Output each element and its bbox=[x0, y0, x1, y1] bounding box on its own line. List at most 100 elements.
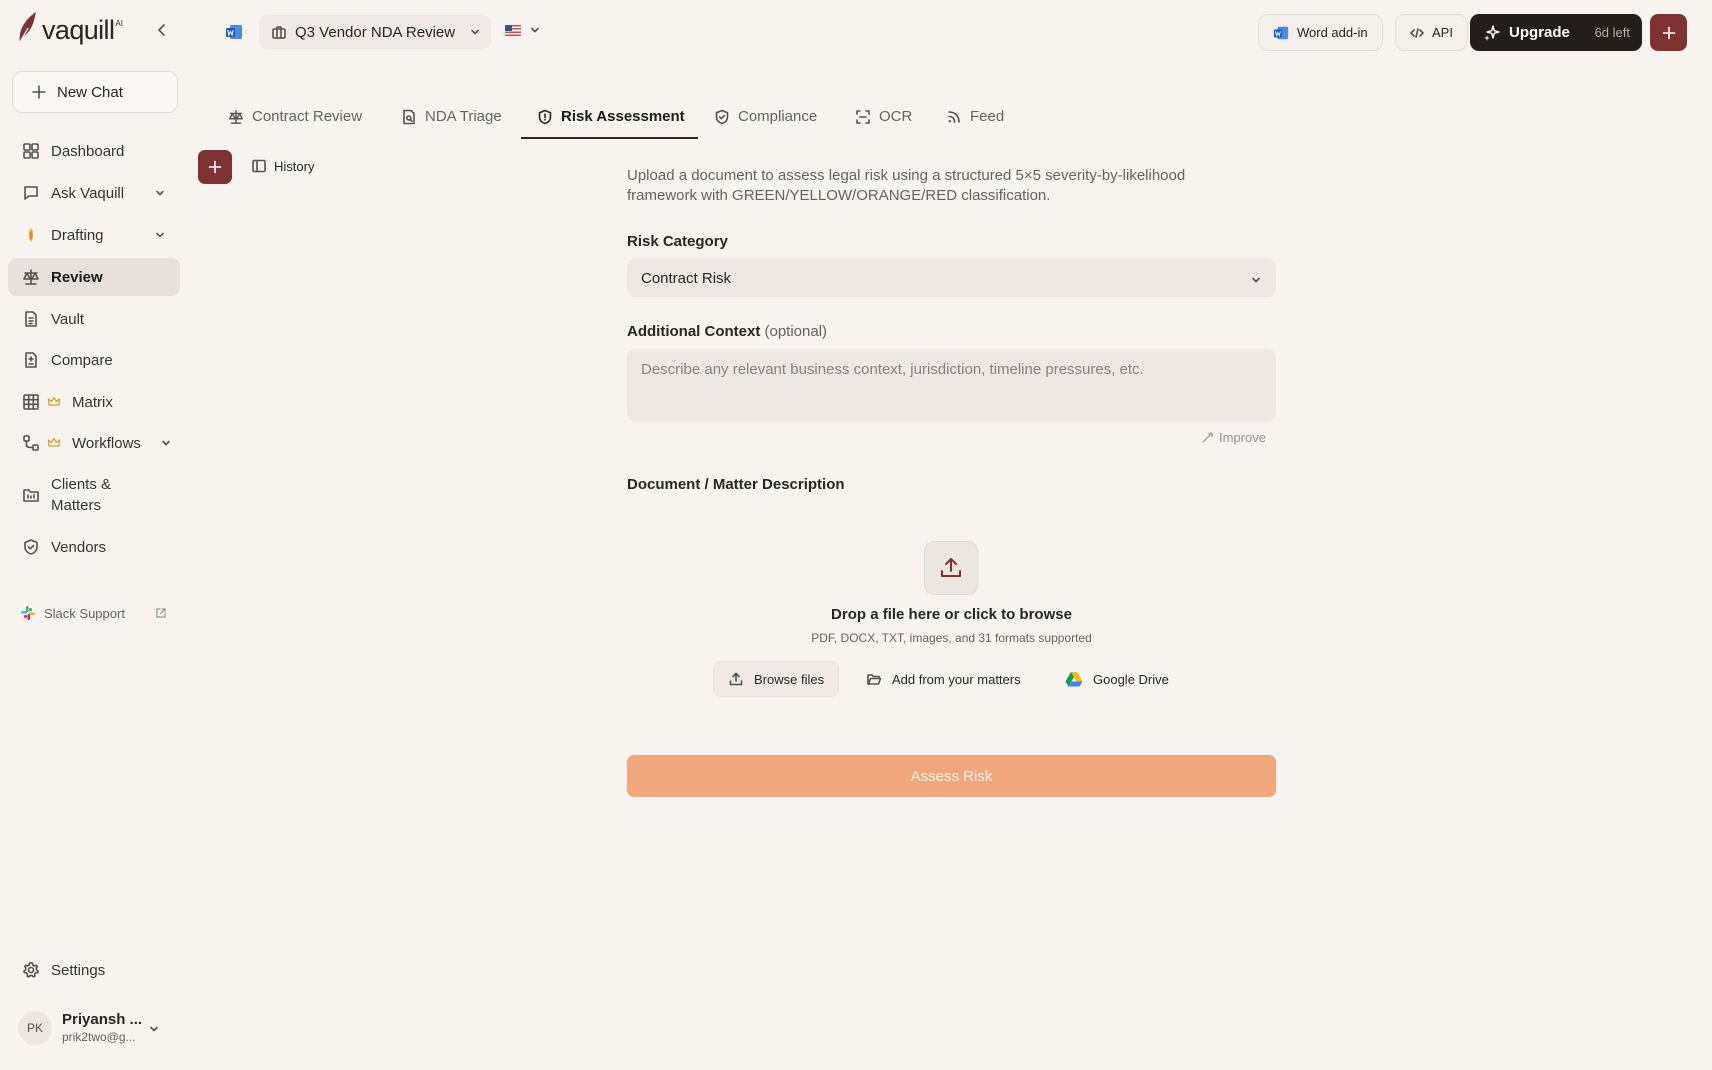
tab-nda-triage[interactable]: NDA Triage bbox=[401, 105, 502, 140]
avatar: PK bbox=[18, 1011, 52, 1045]
upload-icon bbox=[729, 672, 743, 686]
scales-icon bbox=[23, 269, 39, 285]
user-profile-menu[interactable]: PK Priyansh ... prik2two@g... bbox=[18, 1005, 178, 1051]
sidebar-item-label: Vault bbox=[51, 310, 85, 328]
dropzone-subtitle: PDF, DOCX, TXT, images, and 31 formats s… bbox=[811, 631, 1092, 645]
tab-label: Contract Review bbox=[252, 108, 363, 125]
grid-icon bbox=[23, 394, 39, 410]
sidebar-item-vault[interactable]: Vault bbox=[8, 300, 180, 338]
scan-icon bbox=[856, 109, 870, 124]
add-from-matters-button[interactable]: Add from your matters bbox=[852, 661, 1035, 697]
document-selector[interactable]: Q3 Vendor NDA Review bbox=[259, 15, 491, 49]
google-drive-icon bbox=[1065, 672, 1083, 687]
workflow-icon bbox=[23, 435, 39, 451]
crown-icon bbox=[47, 396, 61, 406]
tab-contract-review[interactable]: Contract Review bbox=[228, 105, 362, 140]
sidebar-item-workflows[interactable]: Workflows bbox=[8, 424, 180, 462]
tab-risk-assessment[interactable]: Risk Assessment bbox=[537, 105, 685, 140]
upload-icon bbox=[941, 558, 961, 577]
sidebar-item-label: Drafting bbox=[51, 226, 104, 244]
dashboard-icon bbox=[23, 143, 39, 159]
sidebar-item-dashboard[interactable]: Dashboard bbox=[8, 132, 180, 170]
folder-chart-icon bbox=[23, 489, 39, 502]
word-addin-label: Word add-in bbox=[1297, 25, 1368, 40]
panel-left-icon bbox=[252, 159, 266, 173]
sidebar-item-compare[interactable]: Compare bbox=[8, 341, 180, 379]
code-icon bbox=[1410, 27, 1424, 38]
history-label: History bbox=[274, 158, 315, 174]
plus-icon bbox=[32, 85, 46, 99]
new-chat-button[interactable]: New Chat bbox=[12, 71, 178, 113]
document-name: Q3 Vendor NDA Review bbox=[295, 23, 456, 41]
tab-label: Risk Assessment bbox=[561, 108, 685, 125]
improve-label: Improve bbox=[1219, 430, 1266, 445]
chevron-down-icon bbox=[156, 190, 164, 196]
tab-compliance[interactable]: Compliance bbox=[714, 105, 817, 140]
google-drive-button[interactable]: Google Drive bbox=[1051, 661, 1183, 697]
tab-label: Compliance bbox=[738, 108, 818, 125]
additional-context-input[interactable] bbox=[627, 349, 1276, 421]
crown-icon bbox=[47, 437, 61, 447]
briefcase-icon bbox=[272, 26, 286, 39]
tab-ocr[interactable]: OCR bbox=[855, 105, 912, 140]
settings-button[interactable]: Settings bbox=[8, 951, 180, 989]
plus-icon bbox=[1662, 26, 1675, 39]
improve-button[interactable]: Improve bbox=[1201, 430, 1266, 445]
new-chat-label: New Chat bbox=[57, 83, 123, 101]
logo-text: vaquill bbox=[42, 15, 115, 45]
word-icon[interactable] bbox=[225, 23, 243, 41]
shield-check-icon bbox=[24, 539, 38, 555]
risk-category-value: Contract Risk bbox=[641, 269, 732, 287]
sidebar-item-label: Workflows bbox=[72, 434, 141, 452]
sidebar-item-review[interactable]: Review bbox=[8, 258, 180, 296]
file-dropzone[interactable] bbox=[924, 541, 978, 595]
assess-risk-button[interactable]: Assess Risk bbox=[627, 755, 1276, 797]
logo-badge: AI bbox=[115, 19, 123, 28]
sidebar-item-matrix[interactable]: Matrix bbox=[8, 383, 180, 421]
word-icon bbox=[1273, 26, 1289, 39]
additional-context-label: Additional Context (optional) bbox=[627, 323, 827, 340]
collapse-sidebar-button[interactable] bbox=[152, 20, 172, 40]
additional-context-title: Additional Context bbox=[627, 323, 761, 340]
external-link-icon[interactable] bbox=[155, 607, 167, 619]
sidebar-item-label: Vendors bbox=[51, 538, 107, 556]
tab-label: Feed bbox=[970, 108, 1005, 125]
us-flag-icon bbox=[505, 24, 521, 36]
rss-icon bbox=[948, 110, 960, 123]
sidebar-item-clients-matters[interactable]: Clients & Matters bbox=[8, 467, 180, 523]
api-button[interactable]: API bbox=[1395, 14, 1468, 51]
compare-doc-icon bbox=[25, 352, 37, 368]
word-addin-button[interactable]: Word add-in bbox=[1258, 14, 1383, 51]
browse-files-button[interactable]: Browse files bbox=[713, 661, 840, 697]
history-button[interactable]: History bbox=[251, 158, 314, 174]
gear-icon bbox=[23, 962, 39, 978]
sidebar-item-label: Review bbox=[51, 268, 103, 286]
vaquill-logo[interactable]: vaquill AI bbox=[16, 10, 123, 44]
new-assessment-button[interactable] bbox=[198, 150, 232, 184]
plus-icon bbox=[208, 160, 222, 174]
sidebar-item-label: Clients & Matters bbox=[51, 476, 112, 514]
intro-text: Upload a document to assess legal risk u… bbox=[627, 167, 1186, 204]
jurisdiction-selector[interactable] bbox=[505, 24, 541, 36]
chevron-down-icon bbox=[156, 232, 164, 238]
risk-category-select[interactable]: Contract Risk bbox=[627, 259, 1276, 297]
quick-add-button[interactable] bbox=[1650, 14, 1687, 51]
sidebar-item-ask-vaquill[interactable]: Ask Vaquill bbox=[8, 174, 180, 212]
sidebar-item-label: Matrix bbox=[72, 393, 113, 411]
add-from-matters-label: Add from your matters bbox=[892, 671, 1021, 687]
api-label: API bbox=[1432, 25, 1453, 40]
sparkles-icon bbox=[1484, 24, 1500, 41]
browse-files-label: Browse files bbox=[754, 671, 825, 687]
sidebar-item-drafting[interactable]: Drafting bbox=[8, 216, 180, 254]
user-email: prik2two@g... bbox=[62, 1030, 136, 1044]
upgrade-label: Upgrade bbox=[1509, 24, 1570, 41]
upgrade-button[interactable]: Upgrade 6d left bbox=[1470, 14, 1642, 51]
sidebar-item-vendors[interactable]: Vendors bbox=[8, 528, 180, 566]
chevron-left-icon bbox=[158, 24, 165, 36]
slack-support-link[interactable]: Slack Support bbox=[20, 605, 125, 621]
tab-feed[interactable]: Feed bbox=[946, 105, 1004, 140]
chat-bubble-icon bbox=[24, 186, 38, 200]
slack-icon bbox=[21, 606, 35, 620]
document-icon bbox=[25, 311, 37, 327]
sidebar-item-label: Compare bbox=[51, 351, 113, 369]
